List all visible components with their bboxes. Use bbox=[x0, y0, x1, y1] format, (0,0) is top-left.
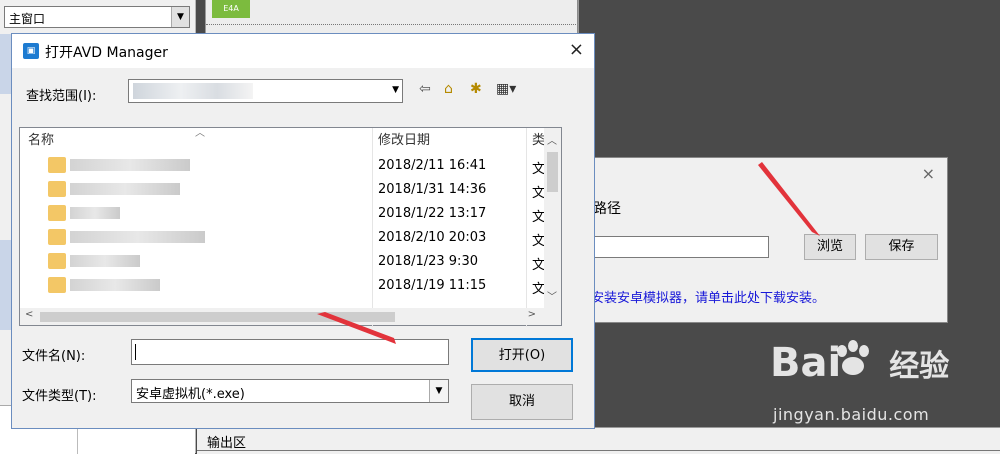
browse-button[interactable]: 浏览 bbox=[804, 234, 856, 260]
modified-date: 2018/1/22 13:17 bbox=[378, 206, 487, 221]
list-item[interactable]: 2018/1/22 13:17 文件 bbox=[20, 202, 561, 226]
blurred-name bbox=[70, 207, 120, 219]
save-button[interactable]: 保存 bbox=[865, 234, 938, 260]
scroll-down-icon[interactable]: ﹀ bbox=[547, 288, 557, 303]
folder-icon bbox=[48, 253, 66, 269]
list-item[interactable]: 2018/1/31 14:36 文件 bbox=[20, 178, 561, 202]
scroll-up-icon[interactable]: ︿ bbox=[547, 132, 557, 147]
scroll-thumb[interactable] bbox=[547, 152, 558, 192]
cancel-button[interactable]: 取消 bbox=[471, 384, 573, 420]
divider bbox=[197, 450, 1000, 451]
folder-icon bbox=[48, 181, 66, 197]
modified-date: 2018/1/23 9:30 bbox=[378, 254, 478, 269]
scroll-right-icon[interactable]: > bbox=[528, 309, 536, 320]
output-panel: 输出区 bbox=[197, 427, 1000, 454]
horizontal-scrollbar[interactable]: < > bbox=[20, 308, 561, 325]
chevron-down-icon[interactable]: ▼ bbox=[429, 380, 448, 402]
download-link[interactable]: 安装安卓模拟器，请单击此处下载安装。 bbox=[591, 287, 825, 306]
e4a-logo: E4A bbox=[212, 0, 250, 18]
list-item[interactable]: 2018/1/19 11:15 文件 bbox=[20, 274, 561, 298]
look-in-label: 查找范围(I): bbox=[26, 89, 97, 104]
output-label: 输出区 bbox=[207, 436, 247, 451]
file-list[interactable]: ︿ 名称 修改日期 类型 2018/2/11 16:41 文件 2018/1/3… bbox=[19, 127, 562, 327]
modified-date: 2018/1/31 14:36 bbox=[378, 182, 487, 197]
modified-date: 2018/1/19 11:15 bbox=[378, 278, 487, 293]
modified-date: 2018/2/10 20:03 bbox=[378, 230, 487, 245]
scroll-thumb[interactable] bbox=[40, 312, 395, 322]
watermark-brand: Bai 经验 bbox=[770, 340, 950, 386]
text-caret bbox=[135, 344, 136, 360]
folder-icon bbox=[48, 205, 66, 221]
window-selector-value: 主窗口 bbox=[9, 12, 46, 26]
sort-caret-icon: ︿ bbox=[195, 128, 205, 139]
new-folder-icon[interactable]: ✱ bbox=[470, 81, 482, 97]
watermark-url: jingyan.baidu.com bbox=[773, 405, 930, 424]
folder-icon bbox=[48, 277, 66, 293]
dialog-titlebar: ▣ 打开AVD Manager × bbox=[12, 34, 594, 68]
chevron-down-icon[interactable]: ▼ bbox=[171, 7, 189, 27]
up-folder-icon[interactable]: ⌂ bbox=[444, 81, 453, 97]
filetype-label: 文件类型(T): bbox=[22, 389, 97, 404]
column-date[interactable]: 修改日期 bbox=[378, 128, 430, 154]
open-button[interactable]: 打开(O) bbox=[471, 338, 573, 372]
app-icon: ▣ bbox=[23, 43, 39, 59]
list-item[interactable]: 2018/1/23 9:30 文件 bbox=[20, 250, 561, 274]
dotted-divider bbox=[206, 24, 578, 25]
filename-input[interactable] bbox=[131, 339, 449, 365]
blurred-name bbox=[70, 231, 205, 243]
list-item[interactable]: 2018/2/11 16:41 文件 bbox=[20, 154, 561, 178]
filename-label: 文件名(N): bbox=[22, 349, 86, 364]
folder-icon bbox=[48, 229, 66, 245]
filetype-select[interactable]: 安卓虚拟机(*.exe) ▼ bbox=[131, 379, 449, 403]
column-name[interactable]: 名称 bbox=[28, 128, 54, 154]
folder-icon bbox=[48, 157, 66, 173]
open-file-dialog: ▣ 打开AVD Manager × 查找范围(I): ▼ ⇦ ⌂ ✱ ▦▾ ︿ … bbox=[11, 33, 595, 429]
list-item[interactable]: 2018/2/10 20:03 文件 bbox=[20, 226, 561, 250]
blurred-name bbox=[70, 255, 140, 267]
look-in-select[interactable]: ▼ bbox=[128, 79, 403, 103]
back-icon[interactable]: ⇦ bbox=[419, 81, 431, 97]
dialog-title: 打开AVD Manager bbox=[45, 45, 168, 61]
filetype-value: 安卓虚拟机(*.exe) bbox=[136, 387, 245, 402]
blurred-path bbox=[133, 83, 253, 99]
blurred-name bbox=[70, 183, 180, 195]
close-icon[interactable]: × bbox=[569, 39, 584, 60]
view-menu-icon[interactable]: ▦▾ bbox=[496, 81, 516, 97]
blurred-name bbox=[70, 159, 190, 171]
vertical-scrollbar[interactable]: ︿ ﹀ bbox=[544, 128, 561, 308]
blurred-name bbox=[70, 279, 160, 291]
scroll-left-icon[interactable]: < bbox=[25, 309, 33, 320]
close-icon[interactable]: × bbox=[922, 164, 935, 183]
window-selector[interactable]: 主窗口 ▼ bbox=[4, 6, 190, 28]
modified-date: 2018/2/11 16:41 bbox=[378, 158, 487, 173]
chevron-down-icon[interactable]: ▼ bbox=[392, 85, 399, 95]
